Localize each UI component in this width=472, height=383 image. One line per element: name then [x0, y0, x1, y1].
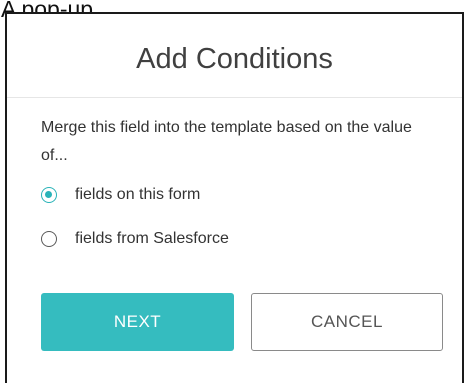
radio-label-form-fields: fields on this form — [75, 186, 201, 203]
dialog-title: Add Conditions — [136, 43, 333, 75]
radio-checked-icon[interactable] — [41, 187, 57, 203]
radio-label-salesforce-fields: fields from Salesforce — [75, 230, 229, 247]
radio-option-salesforce-fields[interactable]: fields from Salesforce — [41, 228, 229, 250]
cancel-button[interactable]: CANCEL — [251, 293, 443, 351]
screenshot-stage: A pop-up Add Conditions Merge this field… — [0, 0, 472, 383]
radio-unchecked-icon[interactable] — [41, 231, 57, 247]
title-divider — [7, 97, 462, 98]
add-conditions-dialog: Add Conditions Merge this field into the… — [5, 12, 464, 383]
radio-option-form-fields[interactable]: fields on this form — [41, 184, 200, 206]
next-button[interactable]: NEXT — [41, 293, 234, 351]
dialog-description: Merge this field into the template based… — [41, 119, 412, 164]
